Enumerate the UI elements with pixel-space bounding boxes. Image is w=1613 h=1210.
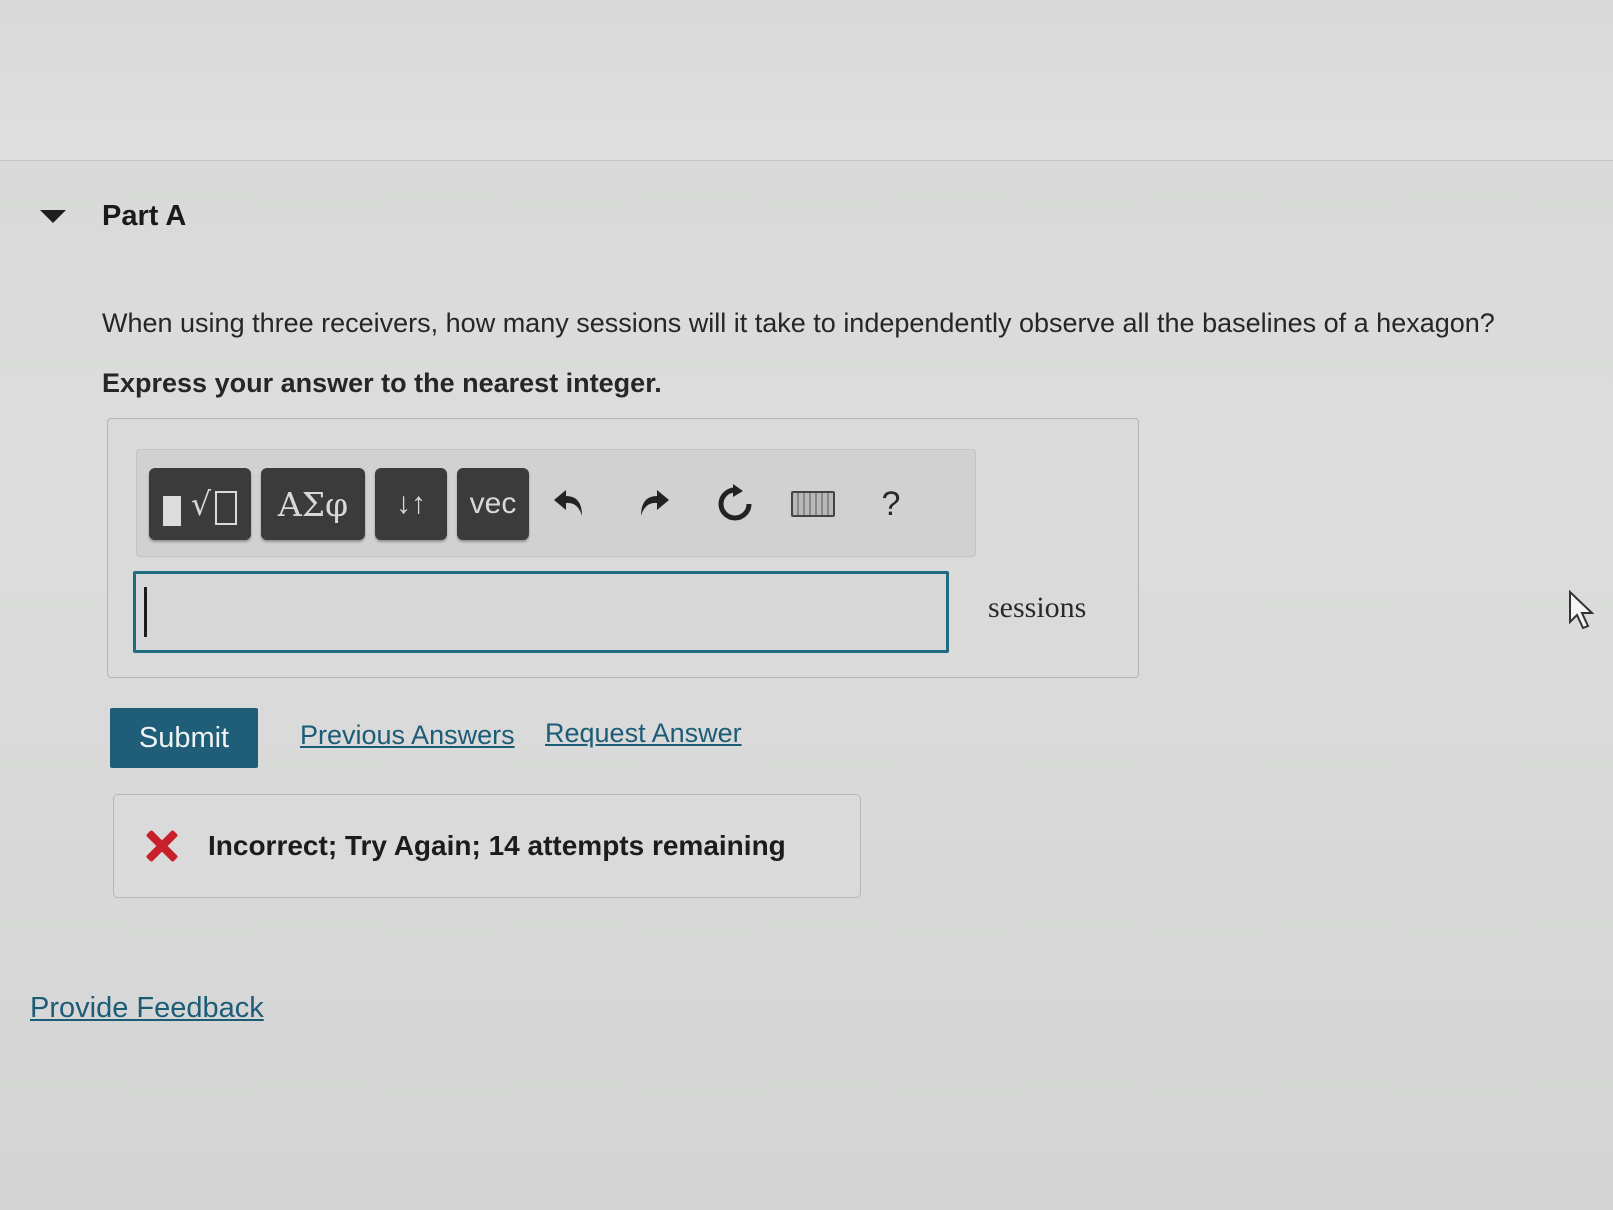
undo-button[interactable] — [542, 472, 598, 536]
unit-label: sessions — [988, 591, 1087, 624]
help-button[interactable]: ? — [863, 472, 919, 536]
answer-instruction: Express your answer to the nearest integ… — [102, 368, 662, 398]
reset-icon — [718, 484, 752, 521]
text-cursor — [144, 587, 147, 637]
submit-button[interactable]: Submit — [110, 708, 258, 768]
provide-feedback-link[interactable]: Provide Feedback — [30, 992, 264, 1025]
sqrt-icon: √ — [190, 485, 212, 523]
incorrect-x-icon — [144, 829, 178, 863]
request-answer-link[interactable]: Request Answer — [545, 718, 742, 749]
template-box-icon — [215, 491, 238, 525]
feedback-message-box: Incorrect; Try Again; 14 attempts remain… — [113, 794, 861, 898]
mouse-cursor-icon — [1569, 590, 1595, 630]
keyboard-button[interactable] — [785, 472, 841, 536]
greek-symbols-button[interactable]: ΑΣφ — [261, 468, 365, 540]
top-region — [0, 0, 1613, 161]
feedback-message: Incorrect; Try Again; 14 attempts remain… — [208, 830, 786, 861]
caret-down-icon[interactable] — [40, 210, 66, 223]
reset-button[interactable] — [707, 472, 763, 536]
vector-button[interactable]: vec — [457, 468, 529, 540]
redo-icon — [641, 490, 669, 516]
template-block-icon — [162, 496, 181, 526]
answer-input[interactable] — [133, 571, 949, 653]
subscript-superscript-button[interactable]: ↓↑ — [375, 468, 447, 540]
previous-answers-link[interactable]: Previous Answers — [300, 720, 515, 751]
question-text: When using three receivers, how many ses… — [102, 308, 1495, 338]
undo-icon — [554, 490, 582, 516]
part-header[interactable]: Part A — [40, 200, 186, 233]
keyboard-icon — [791, 491, 835, 517]
math-toolbar: √ ΑΣφ ↓↑ vec ? — [136, 449, 976, 557]
answer-panel: √ ΑΣφ ↓↑ vec ? sessions — [107, 418, 1139, 678]
templates-button[interactable]: √ — [149, 468, 251, 540]
redo-button[interactable] — [625, 472, 681, 536]
part-title: Part A — [102, 200, 187, 232]
